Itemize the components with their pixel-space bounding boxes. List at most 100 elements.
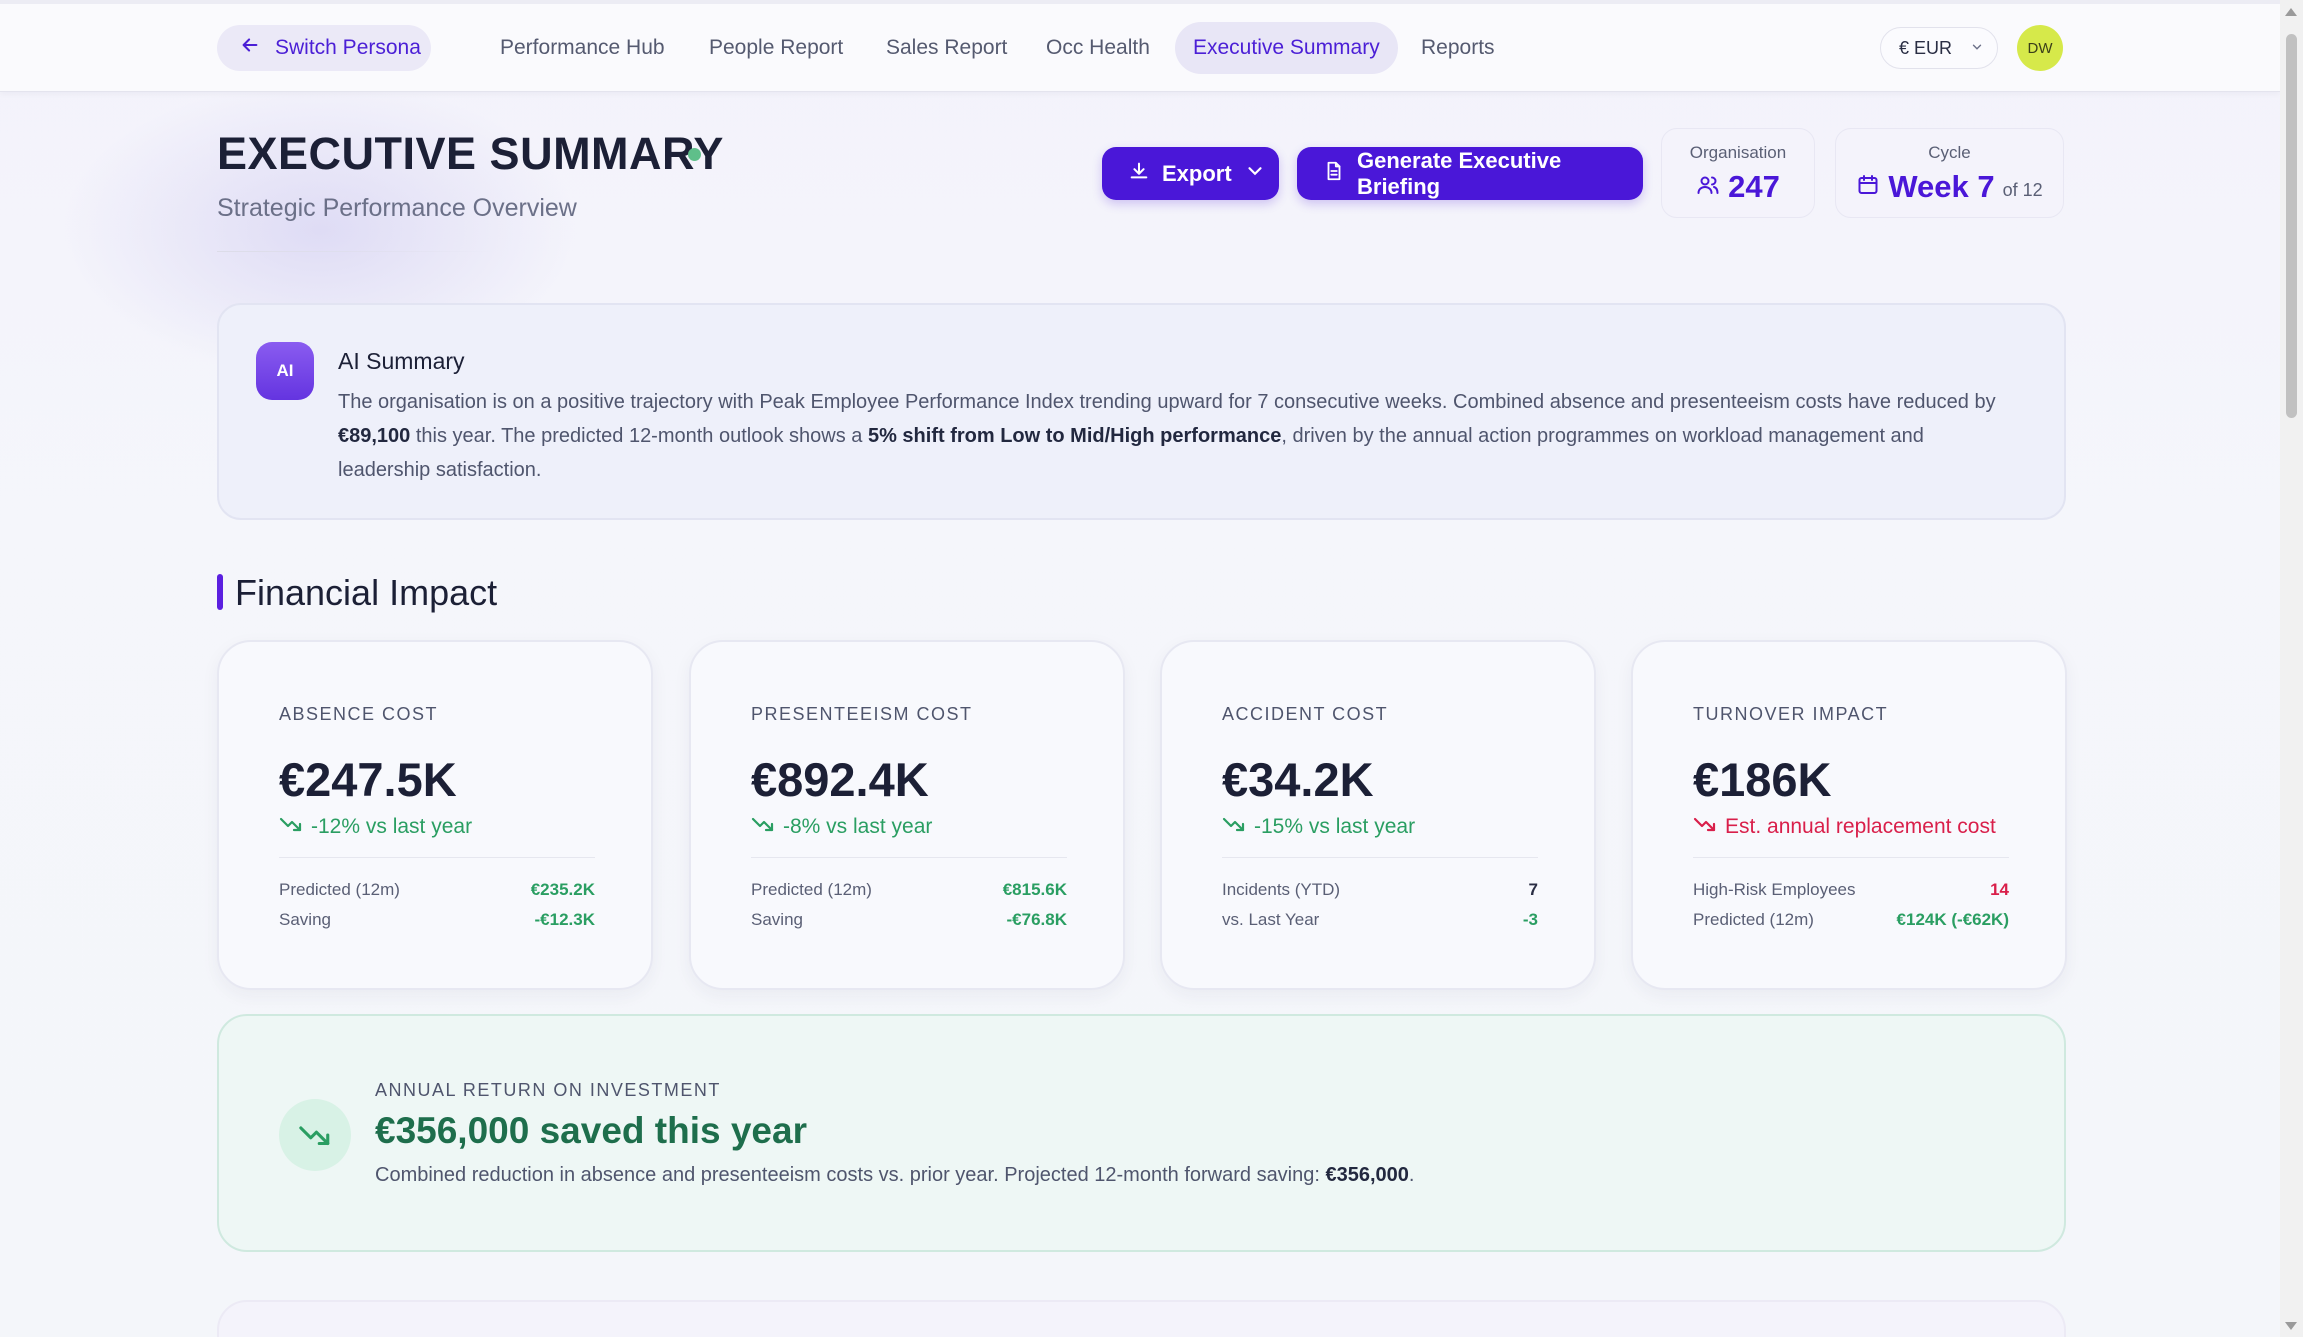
live-status-dot xyxy=(688,148,701,161)
metric-detail-row: Predicted (12m) €815.6K xyxy=(751,880,1067,900)
metric-card: PRESENTEEISM COST €892.4K -8% vs last year… xyxy=(689,640,1125,990)
metric-detail-key: vs. Last Year xyxy=(1222,910,1320,929)
metric-value: €247.5K xyxy=(279,753,457,806)
scroll-down-arrow[interactable] xyxy=(2285,1322,2297,1330)
ai-summary-card: AI AI Summary The organisation is on a p… xyxy=(217,303,2066,520)
nav-occ-health[interactable]: Occ Health xyxy=(1028,22,1168,74)
cycle-label: Cycle xyxy=(1928,143,1971,162)
metric-trend: -12% vs last year xyxy=(279,812,472,842)
metric-card: TURNOVER IMPACT €186K Est. annual replacem… xyxy=(1631,640,2067,990)
metric-detail-row: High-Risk Employees 14 xyxy=(1693,880,2009,900)
metric-detail-row: Incidents (YTD) 7 xyxy=(1222,880,1538,900)
trending-down-icon xyxy=(279,812,303,842)
metric-trend: -8% vs last year xyxy=(751,812,932,842)
metric-trend: -15% vs last year xyxy=(1222,812,1415,842)
metric-detail-value: -€76.8K xyxy=(1006,910,1067,929)
metric-detail-value: 14 xyxy=(1990,880,2009,899)
page-title: EXECUTIVE SUMMARY xyxy=(217,128,724,179)
chevron-down-icon xyxy=(1244,160,1266,188)
metric-card: ACCIDENT COST €34.2K -15% vs last year Inci… xyxy=(1160,640,1596,990)
financial-impact-title: Financial Impact xyxy=(235,572,498,613)
metric-detail-row: Predicted (12m) €124K (-€62K) xyxy=(1693,910,2009,930)
briefing-label: Generate Executive Briefing xyxy=(1357,147,1562,199)
export-label: Export xyxy=(1162,160,1232,186)
nav-performance-hub[interactable]: Performance Hub xyxy=(482,22,683,74)
section-accent-bar xyxy=(217,574,223,610)
metric-card: ABSENCE COST €247.5K -12% vs last year Pred… xyxy=(217,640,653,990)
metric-detail-value: €124K (-€62K) xyxy=(1896,910,2009,929)
organisation-label: Organisation xyxy=(1689,143,1787,162)
people-icon xyxy=(1696,173,1720,202)
metric-value: €892.4K xyxy=(751,753,929,806)
divider xyxy=(751,857,1067,858)
roi-value: €356,000 saved this year xyxy=(375,1110,807,1151)
document-icon xyxy=(1323,160,1345,188)
metric-detail-key: Saving xyxy=(751,910,803,929)
ai-badge: AI xyxy=(256,342,314,400)
metric-label: ABSENCE COST xyxy=(279,704,439,724)
metric-value: €186K xyxy=(1693,753,1832,806)
chevron-down-icon xyxy=(1970,38,1984,59)
metric-detail-value: -€12.3K xyxy=(534,910,595,929)
metric-trend-text: -8% vs last year xyxy=(783,815,933,838)
nav-sales-report[interactable]: Sales Report xyxy=(868,22,1025,74)
metric-trend-text: -12% vs last year xyxy=(311,815,473,838)
metric-detail-row: Predicted (12m) €235.2K xyxy=(279,880,595,900)
metric-trend-text: Est. annual replacement cost xyxy=(1725,815,1996,838)
nav-people-report[interactable]: People Report xyxy=(691,22,861,74)
user-avatar[interactable]: DW xyxy=(2017,25,2063,71)
metric-detail-key: Incidents (YTD) xyxy=(1222,880,1341,899)
metric-detail-value: 7 xyxy=(1528,880,1538,899)
nav-reports[interactable]: Reports xyxy=(1403,22,1513,74)
trending-down-icon xyxy=(279,1099,351,1171)
trending-down-icon xyxy=(1222,812,1246,842)
nav-executive-summary[interactable]: Executive Summary xyxy=(1175,22,1398,74)
roi-card: ANNUAL RETURN ON INVESTMENT €356,000 sav… xyxy=(217,1014,2066,1252)
cycle-value: Week 7 xyxy=(1888,169,1995,204)
cycle-stat: Cycle Week 7 of 12 xyxy=(1835,128,2064,218)
metric-detail-row: Saving -€76.8K xyxy=(751,910,1067,930)
metric-detail-key: High-Risk Employees xyxy=(1693,880,1856,899)
roi-label: ANNUAL RETURN ON INVESTMENT xyxy=(375,1080,721,1100)
metric-detail-key: Predicted (12m) xyxy=(279,880,400,899)
currency-value: € EUR xyxy=(1899,37,1953,58)
divider xyxy=(217,251,497,252)
ai-summary-text: The organisation is on a positive trajec… xyxy=(338,391,1996,481)
currency-select[interactable]: € EUR xyxy=(1880,27,1998,69)
switch-persona-button[interactable]: Switch Persona xyxy=(217,25,431,71)
metric-trend: Est. annual replacement cost xyxy=(1693,812,1996,842)
scrollbar[interactable] xyxy=(2280,0,2303,1337)
trending-down-icon xyxy=(751,812,775,842)
metric-detail-key: Predicted (12m) xyxy=(1693,910,1814,929)
metric-trend-text: -15% vs last year xyxy=(1254,815,1416,838)
cycle-suffix: of 12 xyxy=(2002,179,2043,200)
arrow-left-icon xyxy=(239,34,261,62)
metric-detail-key: Saving xyxy=(279,910,331,929)
top-nav: Switch Persona Performance Hub People Re… xyxy=(0,0,2280,92)
roi-text: Combined reduction in absence and presen… xyxy=(375,1164,1415,1186)
download-icon xyxy=(1128,160,1150,188)
export-button[interactable]: Export xyxy=(1102,147,1279,200)
metric-label: PRESENTEEISM COST xyxy=(751,704,973,724)
scroll-thumb[interactable] xyxy=(2286,34,2297,418)
metric-label: TURNOVER IMPACT xyxy=(1693,704,1889,724)
metric-detail-key: Predicted (12m) xyxy=(751,880,872,899)
next-section-card xyxy=(217,1300,2066,1337)
page-subtitle: Strategic Performance Overview xyxy=(217,194,577,222)
generate-briefing-button[interactable]: Generate Executive Briefing xyxy=(1297,147,1643,200)
metric-detail-row: Saving -€12.3K xyxy=(279,910,595,930)
scroll-up-arrow[interactable] xyxy=(2285,8,2297,16)
metric-detail-row: vs. Last Year -3 xyxy=(1222,910,1538,930)
top-accent-line xyxy=(0,0,2280,4)
metric-detail-value: -3 xyxy=(1522,910,1538,929)
trending-down-icon xyxy=(1693,812,1717,842)
switch-persona-label: Switch Persona xyxy=(275,36,421,59)
ai-summary-title: AI Summary xyxy=(338,348,465,374)
divider xyxy=(1693,857,2009,858)
organisation-value: 247 xyxy=(1728,169,1780,204)
metric-value: €34.2K xyxy=(1222,753,1374,806)
metric-label: ACCIDENT COST xyxy=(1222,704,1389,724)
divider xyxy=(1222,857,1538,858)
metric-detail-value: €815.6K xyxy=(1002,880,1067,899)
calendar-icon xyxy=(1856,173,1880,202)
